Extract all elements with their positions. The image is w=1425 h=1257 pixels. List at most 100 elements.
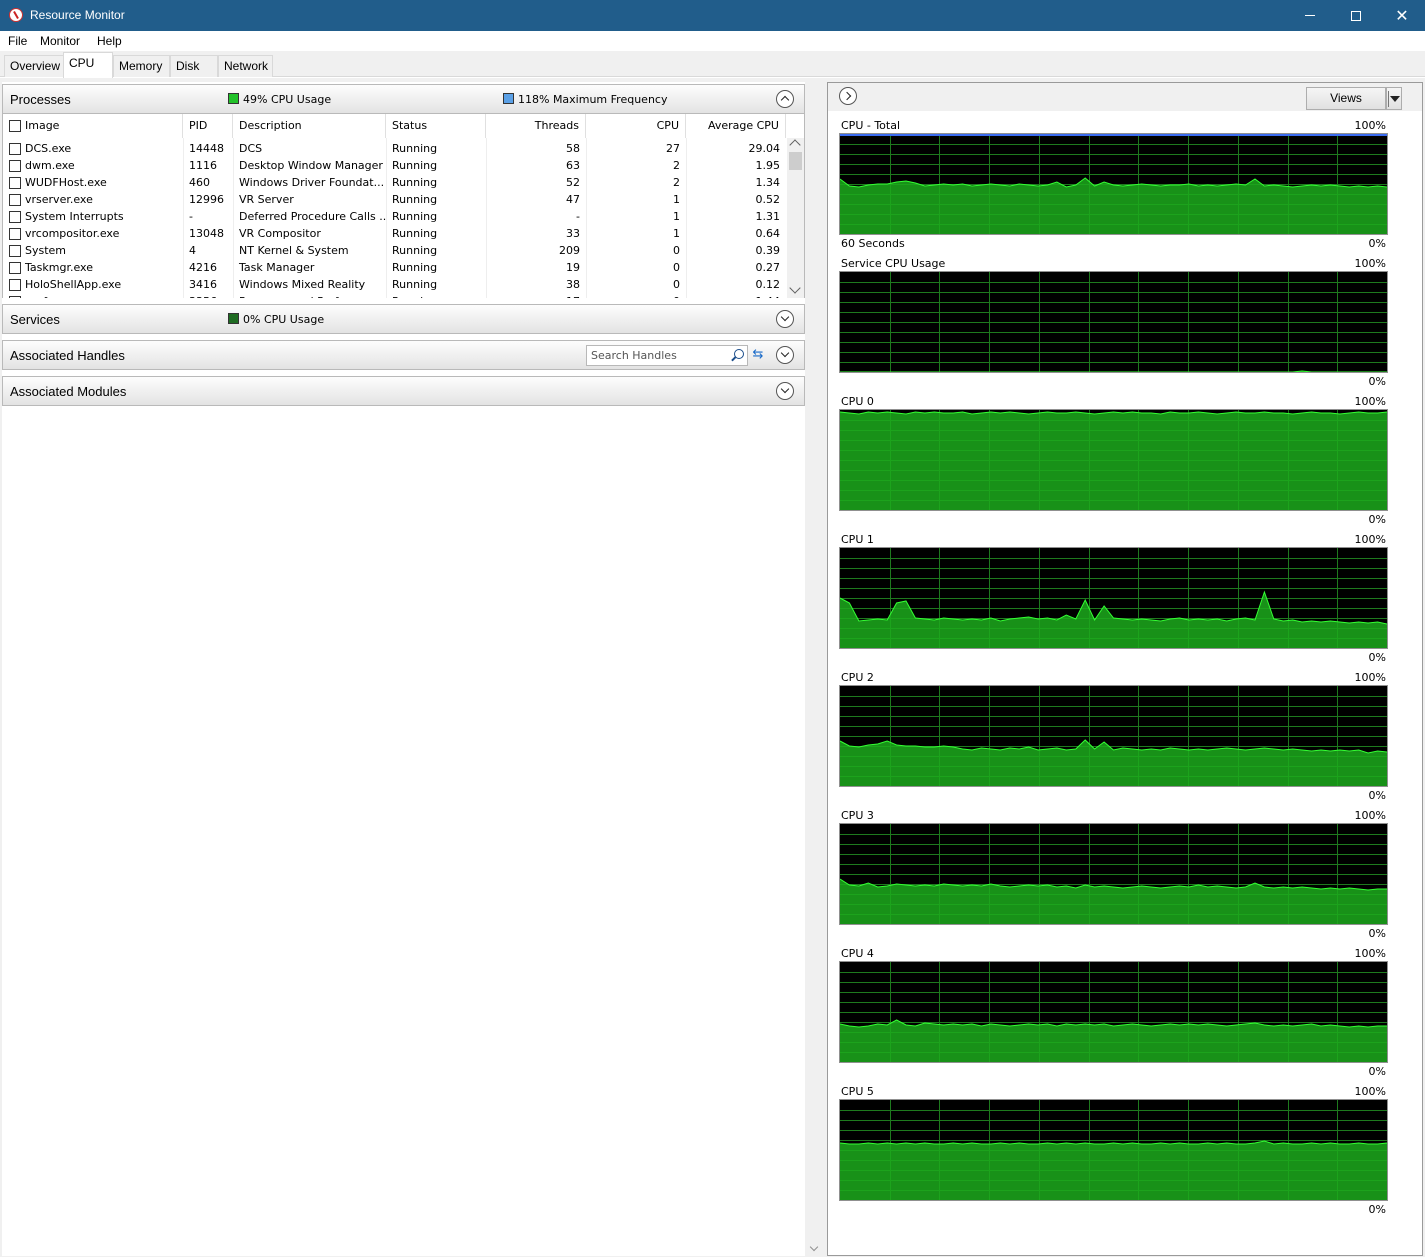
scroll-thumb[interactable] (789, 152, 802, 170)
processes-scrollbar[interactable] (787, 138, 804, 298)
expand-modules-icon[interactable] (776, 382, 794, 400)
cpu-graph-3: CPU 1 100% 0% (839, 533, 1388, 664)
menu-file[interactable]: File (8, 34, 27, 48)
handles-header[interactable]: Associated Handles Search Handles ⇆ (2, 340, 805, 370)
graph-label: CPU 3 (841, 809, 874, 822)
table-row[interactable]: WUDFHost.exe 460 Windows Driver Foundat...… (3, 174, 788, 191)
title-bar: Resource Monitor ✕ (0, 0, 1425, 31)
processes-header[interactable]: Processes 49% CPU Usage 118% Maximum Fre… (2, 84, 805, 114)
left-pane-scrollbar[interactable] (806, 82, 823, 1256)
scroll-down-icon[interactable] (789, 282, 801, 294)
table-row[interactable]: vrserver.exe 12996 VR Server Running 47 1 0.52 (3, 191, 788, 208)
left-scroll-down-icon[interactable] (809, 1242, 819, 1252)
graph-label: CPU 1 (841, 533, 874, 546)
table-cell: 4216 (189, 261, 217, 274)
tab-memory[interactable]: Memory (113, 55, 170, 77)
maximize-button[interactable] (1333, 0, 1379, 31)
table-row[interactable]: dwm.exe 1116 Desktop Window Manager Running… (3, 157, 788, 174)
table-row[interactable]: System Interrupts - Deferred Procedure Cal… (3, 208, 788, 225)
graph-toolbar: Views (828, 83, 1422, 111)
table-row[interactable]: DCS.exe 14448 DCS Running 58 27 29.04 (3, 140, 788, 157)
tab-cpu[interactable]: CPU (63, 52, 113, 78)
table-cell: System Interrupts (25, 210, 124, 223)
handles-title: Associated Handles (10, 348, 125, 363)
search-icon[interactable] (734, 349, 744, 359)
graph-max-label: 100% (1354, 119, 1386, 132)
select-all-checkbox[interactable] (9, 120, 21, 132)
table-cell: 14448 (189, 142, 224, 155)
column-cpu[interactable]: CPU (586, 114, 686, 138)
table-cell: Running (392, 227, 438, 240)
refresh-icon[interactable]: ⇆ (751, 348, 765, 362)
graph-svg (840, 1100, 1387, 1200)
column-average-cpu[interactable]: Average CPU (686, 114, 786, 138)
menu-monitor[interactable]: Monitor (40, 34, 80, 48)
table-cell: 209 (559, 244, 580, 257)
processes-max-frequency-text: 118% Maximum Frequency (518, 93, 668, 106)
maximize-icon (1351, 10, 1361, 21)
table-row[interactable]: Taskmgr.exe 4216 Task Manager Running 19 0 0.2… (3, 259, 788, 276)
graph-max-label: 100% (1354, 395, 1386, 408)
column-description[interactable]: Description (233, 114, 386, 138)
graph-label: CPU - Total (841, 119, 901, 132)
graph-max-label: 100% (1354, 257, 1386, 270)
services-header[interactable]: Services 0% CPU Usage (2, 304, 805, 334)
close-button[interactable]: ✕ (1379, 0, 1425, 31)
usage-area (840, 592, 1387, 648)
table-cell: 2 (673, 176, 680, 189)
graph-canvas (839, 961, 1388, 1063)
table-row[interactable]: perfmon.exe3356Resource and Performan...… (3, 293, 788, 298)
collapse-processes-icon[interactable] (776, 90, 794, 108)
graph-canvas (839, 133, 1388, 235)
column-image[interactable]: Image (3, 114, 183, 138)
usage-area (840, 178, 1387, 234)
search-handles-placeholder: Search Handles (591, 349, 677, 362)
graph-min-label: 0% (1368, 927, 1386, 940)
views-dropdown-icon[interactable] (1386, 87, 1402, 110)
views-button[interactable]: Views (1306, 87, 1386, 110)
expand-handles-icon[interactable] (776, 346, 794, 364)
cpu-graph-2: CPU 0 100% 0% (839, 395, 1388, 526)
table-cell: WUDFHost.exe (25, 176, 107, 189)
minimize-button[interactable] (1287, 0, 1333, 31)
graph-min-label: 0% (1368, 1065, 1386, 1078)
column-separator (586, 138, 587, 298)
graph-canvas (839, 409, 1388, 511)
right-pane: Views CPU - Total 100% 60 Seconds 0% Service… (827, 82, 1423, 1256)
table-cell: Running (392, 278, 438, 291)
table-row[interactable]: System 4 NT Kernel & System Running 209 0 0.39 (3, 242, 788, 259)
processes-cpu-usage: 49% CPU Usage (228, 93, 331, 106)
tab-disk[interactable]: Disk (170, 55, 218, 77)
graph-min-label: 0% (1368, 513, 1386, 526)
column-pid[interactable]: PID (183, 114, 233, 138)
services-cpu-usage-text: 0% CPU Usage (243, 313, 325, 326)
cpu-graph-1: Service CPU Usage 100% 0% (839, 257, 1388, 388)
tab-overview[interactable]: Overview (4, 55, 64, 77)
graph-max-label: 100% (1354, 671, 1386, 684)
scroll-up-icon[interactable] (789, 139, 801, 151)
graph-svg (840, 548, 1387, 648)
expand-graphs-icon[interactable] (839, 87, 857, 105)
resource-monitor-icon (9, 8, 23, 22)
services-cpu-swatch (228, 313, 239, 324)
graph-canvas (839, 1099, 1388, 1201)
table-cell: 3416 (189, 278, 217, 291)
services-title: Services (10, 312, 60, 327)
table-cell: perfmon.exe (3, 293, 183, 298)
table-cell: 17 (486, 293, 586, 298)
table-row[interactable]: HoloShellApp.exe 3416 Windows Mixed Realit… (3, 276, 788, 293)
menu-help[interactable]: Help (97, 34, 122, 48)
usage-area (840, 412, 1387, 510)
graph-timespan-label: 60 Seconds (841, 237, 905, 250)
column-status[interactable]: Status (386, 114, 486, 138)
expand-services-icon[interactable] (776, 310, 794, 328)
graph-max-label: 100% (1354, 1085, 1386, 1098)
table-cell: 0 (586, 293, 686, 298)
column-threads[interactable]: Threads (486, 114, 586, 138)
modules-header[interactable]: Associated Modules (2, 376, 805, 406)
table-cell: 0 (673, 244, 680, 257)
table-row[interactable]: vrcompositor.exe 13048 VR Compositor Runnin… (3, 225, 788, 242)
tab-network[interactable]: Network (218, 55, 273, 77)
processes-cpu-usage-text: 49% CPU Usage (243, 93, 332, 106)
search-handles-input[interactable]: Search Handles (586, 345, 748, 366)
